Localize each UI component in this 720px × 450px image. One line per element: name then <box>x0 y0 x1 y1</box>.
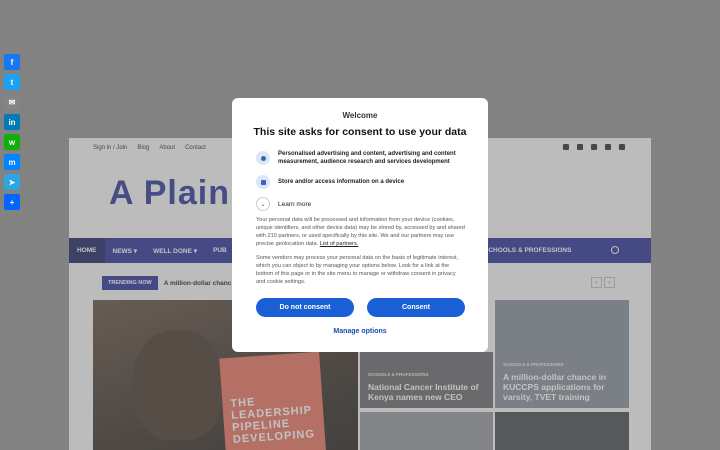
person-icon <box>256 151 270 166</box>
partners-link[interactable]: List of partners. <box>320 241 359 247</box>
twitter-icon[interactable]: t <box>4 74 20 90</box>
device-icon <box>256 175 270 189</box>
purpose-advertising: Personalised advertising and content, ad… <box>256 150 468 166</box>
chevron-down-icon: ⌄ <box>256 197 270 211</box>
manage-options-button[interactable]: Manage options <box>232 328 488 335</box>
purpose-storage: Store and/or access information on a dev… <box>256 175 468 189</box>
consent-button[interactable]: Consent <box>367 298 465 317</box>
telegram-icon[interactable]: ➤ <box>4 174 20 190</box>
dialog-welcome: Welcome <box>342 111 378 120</box>
facebook-icon[interactable]: f <box>4 54 20 70</box>
consent-buttons: Do not consent Consent <box>256 298 465 317</box>
consent-body-text: Your personal data will be processed and… <box>256 217 465 248</box>
share-bar: f t ✉ in w m ➤ + <box>4 54 20 214</box>
do-not-consent-button[interactable]: Do not consent <box>256 298 354 317</box>
linkedin-icon[interactable]: in <box>4 114 20 130</box>
purpose-text: Store and/or access information on a dev… <box>278 178 405 185</box>
purpose-text: Personalised advertising and content, ad… <box>278 151 456 166</box>
share-icon[interactable]: + <box>4 194 20 210</box>
whatsapp-icon[interactable]: w <box>4 134 20 150</box>
consent-body-1: Your personal data will be processed and… <box>256 216 466 248</box>
dialog-heading: This site asks for consent to use your d… <box>253 126 467 138</box>
messenger-icon[interactable]: m <box>4 154 20 170</box>
consent-dialog: Welcome This site asks for consent to us… <box>232 98 488 352</box>
learn-more-toggle[interactable]: ⌄ Learn more <box>256 197 311 211</box>
consent-body-2: Some vendors may process your personal d… <box>256 255 459 286</box>
learn-more-label: Learn more <box>278 200 312 208</box>
email-icon[interactable]: ✉ <box>4 94 20 110</box>
